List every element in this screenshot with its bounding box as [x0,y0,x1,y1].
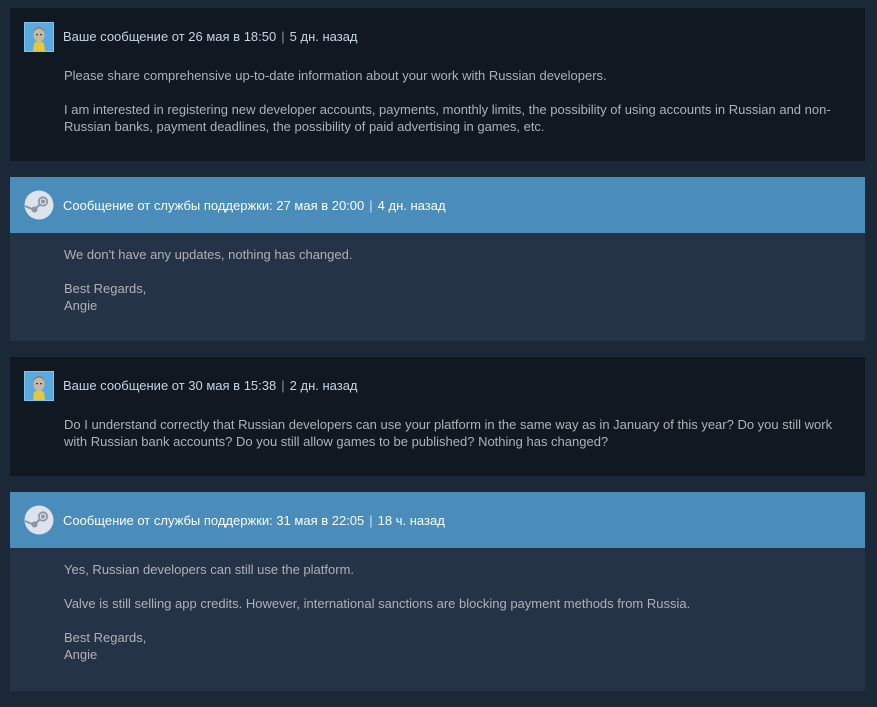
message-header-text: Сообщение от службы поддержки: 31 мая в … [63,512,365,528]
support-message: Сообщение от службы поддержки: 31 мая в … [10,492,865,691]
message-paragraph: Angie [64,298,98,313]
support-message: Сообщение от службы поддержки: 27 мая в … [10,177,865,341]
message-paragraph: Please share comprehensive up-to-date in… [64,68,607,83]
steam-logo-icon [24,190,54,220]
message-body: Yes, Russian developers can still use th… [10,548,865,691]
message-body: We don't have any updates, nothing has c… [10,233,865,341]
message-header-text: Сообщение от службы поддержки: 27 мая в … [63,197,365,213]
message-paragraph: Angie [64,647,98,662]
message-paragraph: Best Regards, [64,630,147,645]
header-separator: | [281,29,285,44]
message-paragraph: Yes, Russian developers can still use th… [64,562,355,577]
message-header: Ваше сообщение от 30 мая в 15:38 | 2 дн.… [10,357,865,414]
message-header: Сообщение от службы поддержки: 27 мая в … [10,177,865,233]
user-message: Ваше сообщение от 26 мая в 18:50 | 5 дн.… [10,8,865,161]
header-separator: | [281,378,285,393]
user-avatar-icon [24,21,54,52]
user-message: Ваше сообщение от 30 мая в 15:38 | 2 дн.… [10,357,865,476]
message-paragraph: We don't have any updates, nothing has c… [64,247,353,262]
support-ticket-thread: Ваше сообщение от 26 мая в 18:50 | 5 дн.… [10,8,865,707]
message-time-ago: 4 дн. назад [377,197,446,213]
user-avatar-icon [24,370,54,401]
steam-logo-icon [24,505,54,535]
message-header-text: Ваше сообщение от 30 мая в 15:38 [63,378,277,393]
message-paragraph: Best Regards, [64,281,147,296]
message-time-ago: 2 дн. назад [289,378,358,393]
message-body: Do I understand correctly that Russian d… [10,414,865,450]
message-header: Ваше сообщение от 26 мая в 18:50 | 5 дн.… [10,8,865,65]
header-separator: | [369,512,373,528]
message-header-text: Ваше сообщение от 26 мая в 18:50 [63,29,277,44]
header-separator: | [369,197,373,213]
message-time-ago: 5 дн. назад [289,29,358,44]
message-body: Please share comprehensive up-to-date in… [10,65,865,135]
message-time-ago: 18 ч. назад [377,512,445,528]
message-header: Сообщение от службы поддержки: 31 мая в … [10,492,865,548]
message-paragraph: Do I understand correctly that Russian d… [64,417,833,449]
message-paragraph: Valve is still selling app credits. Howe… [64,596,691,611]
message-paragraph: I am interested in registering new devel… [64,102,831,134]
